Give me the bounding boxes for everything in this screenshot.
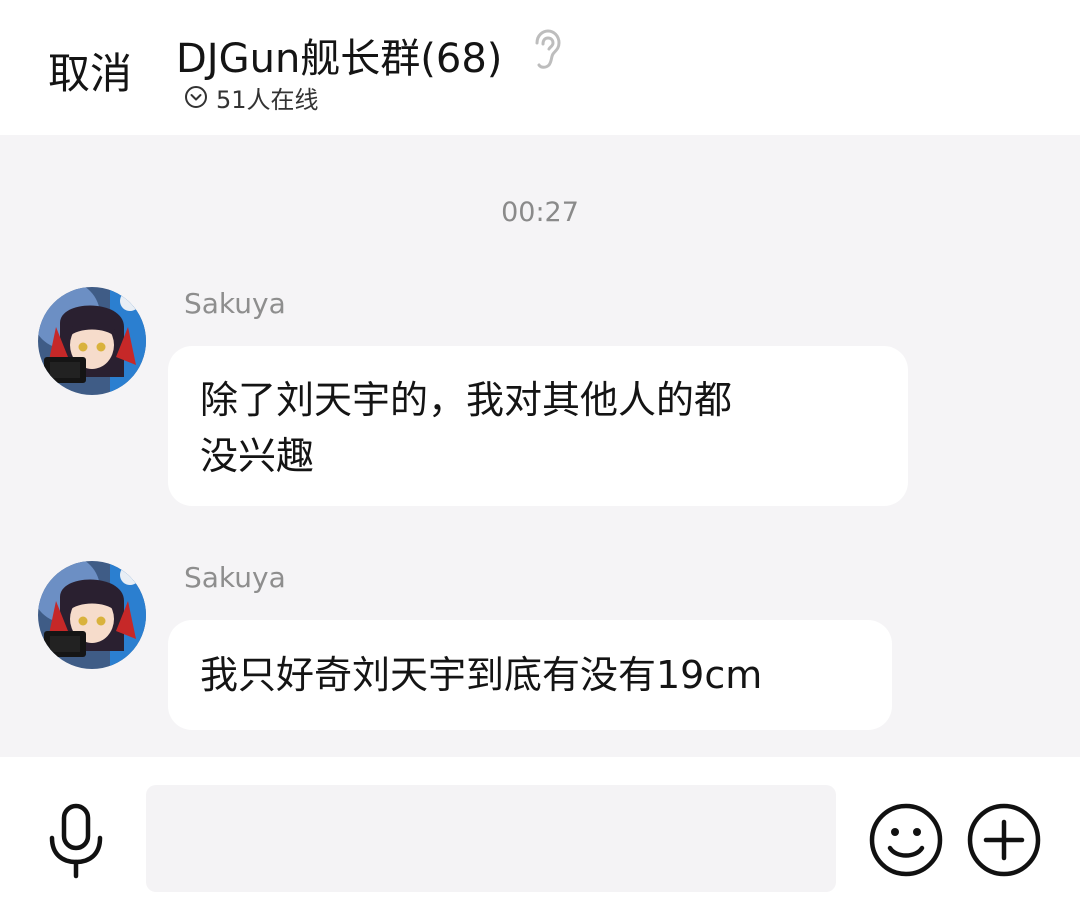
online-status[interactable]: 51人在线: [184, 82, 319, 114]
online-count: 51人在线: [216, 85, 319, 114]
chevron-down-circle-icon: [185, 86, 207, 108]
message-bubble[interactable]: 除了刘天宇的，我对其他人的都 没兴趣: [168, 346, 908, 506]
avatar-image: [38, 561, 146, 669]
sender-name: Sakuya: [184, 561, 286, 594]
message-input[interactable]: [146, 785, 836, 892]
plus-circle-icon[interactable]: [966, 802, 1042, 878]
ear-icon[interactable]: [528, 28, 562, 70]
message-bubble[interactable]: 我只好奇刘天宇到底有没有19cm: [168, 620, 892, 730]
group-title[interactable]: DJGun舰长群(68): [176, 26, 502, 84]
avatar-image: [38, 287, 146, 395]
emoji-smile-icon[interactable]: [868, 802, 944, 878]
microphone-icon[interactable]: [44, 802, 108, 882]
input-bar: [0, 757, 1080, 920]
chat-area[interactable]: 00:27 Sakuya 除了刘天宇的，我对其他人的都 没兴趣 Sakuya 我…: [0, 135, 1080, 757]
message-timestamp: 00:27: [501, 197, 579, 228]
cancel-button[interactable]: 取消: [48, 40, 132, 101]
message-text-line: 除了刘天宇的，我对其他人的都: [200, 378, 733, 422]
chat-header: 取消 DJGun舰长群(68) 51人在线: [0, 0, 1080, 135]
message-text-line: 我只好奇刘天宇到底有没有19cm: [200, 653, 763, 697]
message-text-line: 没兴趣: [200, 434, 315, 478]
avatar[interactable]: [38, 287, 146, 395]
sender-name: Sakuya: [184, 287, 286, 320]
avatar[interactable]: [38, 561, 146, 669]
